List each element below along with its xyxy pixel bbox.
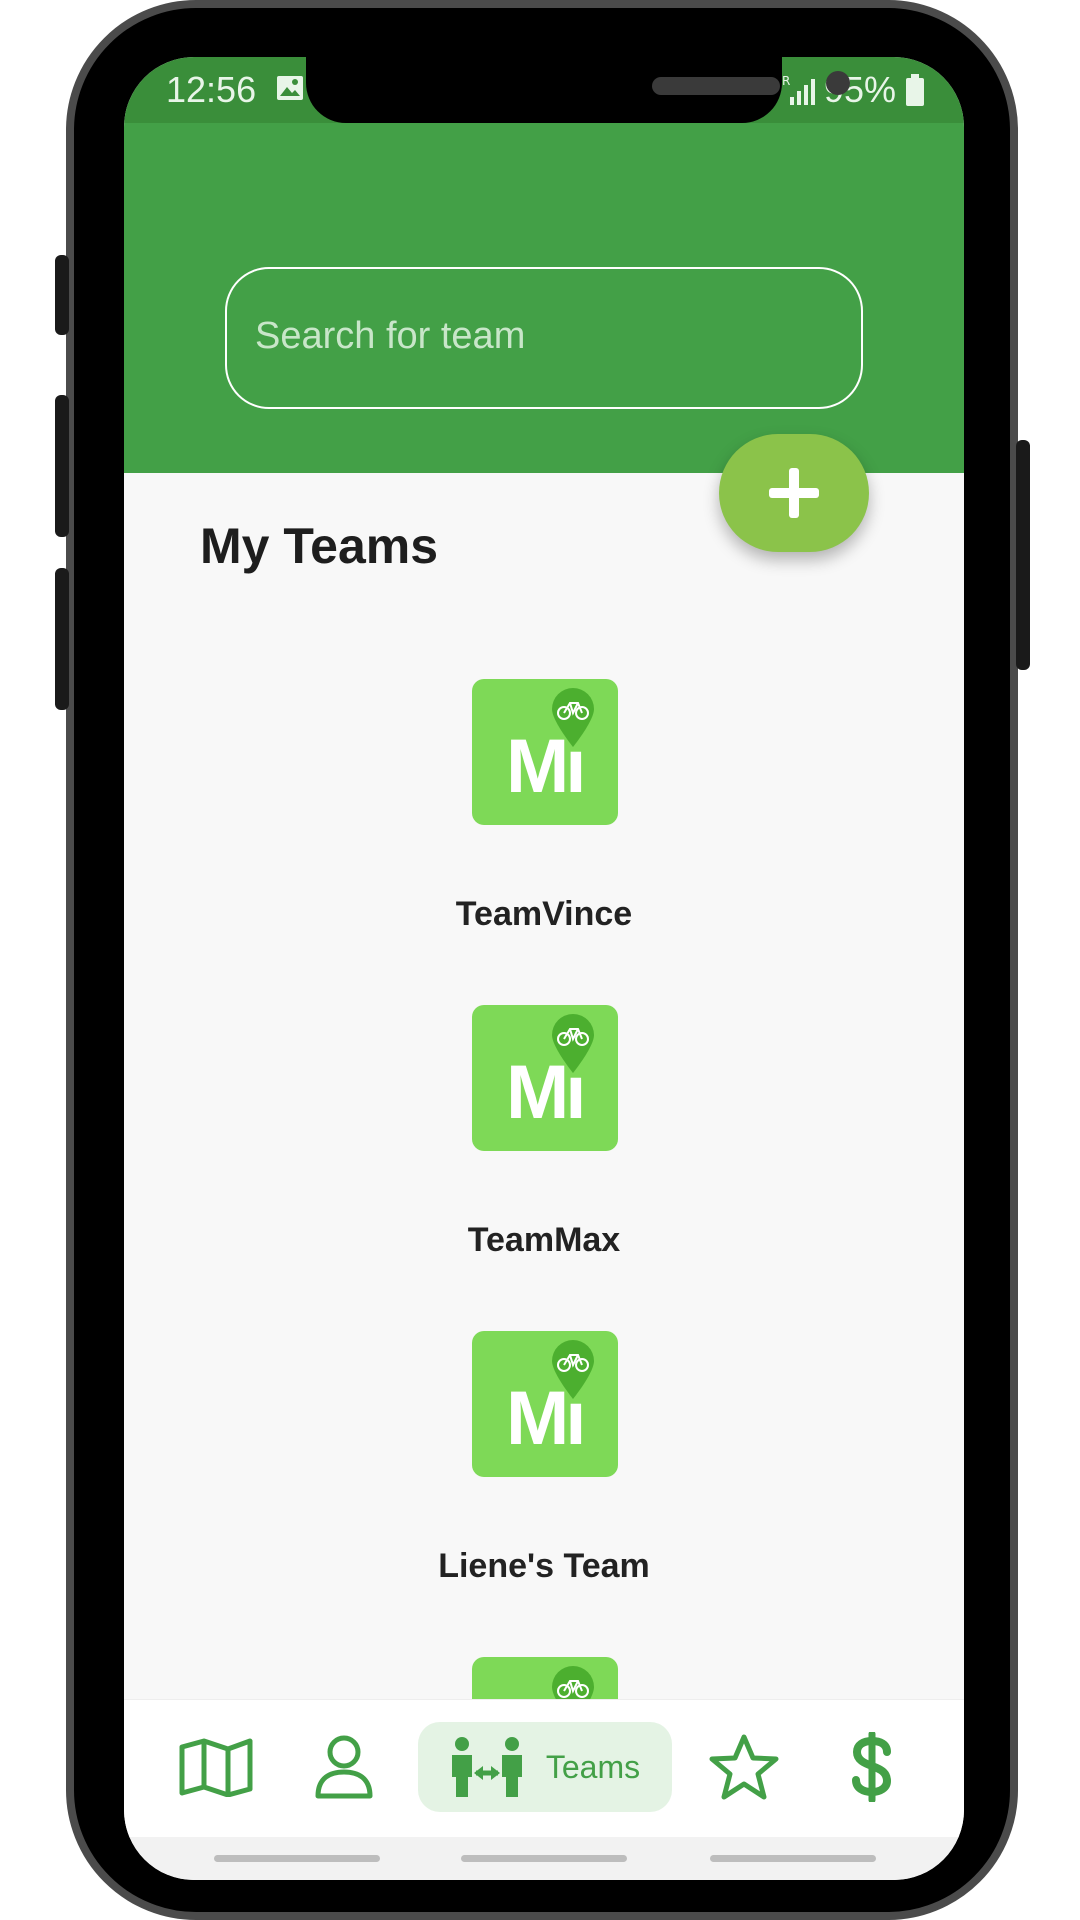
system-recent-button[interactable] bbox=[214, 1855, 380, 1862]
bike-pin-icon bbox=[552, 1014, 594, 1073]
bottom-navigation: Teams bbox=[124, 1699, 964, 1838]
star-icon bbox=[709, 1734, 779, 1800]
app-screen: 12:56 R 95% Search for team My Teams Mı … bbox=[124, 57, 964, 1880]
front-camera bbox=[826, 71, 850, 95]
page-title: My Teams bbox=[200, 518, 439, 574]
signal-icon: R bbox=[782, 74, 815, 105]
phone-power-button bbox=[1016, 440, 1030, 670]
nav-item-profile[interactable] bbox=[292, 1722, 396, 1812]
search-input[interactable]: Search for team bbox=[225, 267, 863, 409]
phone-silent-switch bbox=[55, 255, 69, 335]
map-icon bbox=[179, 1738, 253, 1797]
tab-teams[interactable]: Teams bbox=[418, 1722, 672, 1812]
teams-icon bbox=[451, 1737, 522, 1797]
nav-item-map[interactable] bbox=[164, 1722, 268, 1812]
image-icon bbox=[277, 76, 303, 100]
phone-volume-up bbox=[55, 395, 69, 537]
system-nav-bar bbox=[124, 1837, 964, 1880]
system-home-button[interactable] bbox=[461, 1855, 627, 1862]
phone-volume-down bbox=[55, 568, 69, 710]
status-time: 12:56 bbox=[166, 69, 257, 110]
plus-icon bbox=[769, 468, 819, 518]
add-team-button[interactable] bbox=[719, 434, 869, 552]
team-list-item[interactable]: Mı TeamVince bbox=[124, 679, 964, 979]
nav-item-favorites[interactable] bbox=[692, 1722, 796, 1812]
search-placeholder: Search for team bbox=[255, 315, 526, 357]
system-back-button[interactable] bbox=[710, 1855, 876, 1862]
team-name: TeamMax bbox=[467, 1221, 621, 1259]
status-right: R 95% bbox=[782, 69, 926, 111]
team-list-item[interactable]: Mı TeamMax bbox=[124, 1005, 964, 1305]
dollar-icon bbox=[852, 1732, 892, 1802]
nav-item-payments[interactable] bbox=[820, 1722, 924, 1812]
bike-pin-icon bbox=[552, 688, 594, 747]
team-name: Liene's Team bbox=[438, 1547, 650, 1585]
speaker-grille bbox=[652, 77, 780, 95]
team-name: TeamVince bbox=[455, 895, 633, 933]
svg-text:R: R bbox=[782, 74, 790, 88]
team-logo: Mı bbox=[472, 1331, 618, 1477]
bike-pin-icon bbox=[552, 1340, 594, 1399]
person-icon bbox=[315, 1735, 373, 1799]
camera-notch bbox=[306, 57, 850, 123]
team-logo: Mı bbox=[472, 1005, 618, 1151]
search-header: Search for team bbox=[124, 123, 964, 473]
battery-icon bbox=[906, 74, 924, 106]
team-logo: Mı bbox=[472, 679, 618, 825]
tab-teams-label: Teams bbox=[545, 1748, 641, 1785]
team-list-item[interactable]: Mı Liene's Team bbox=[124, 1331, 964, 1631]
